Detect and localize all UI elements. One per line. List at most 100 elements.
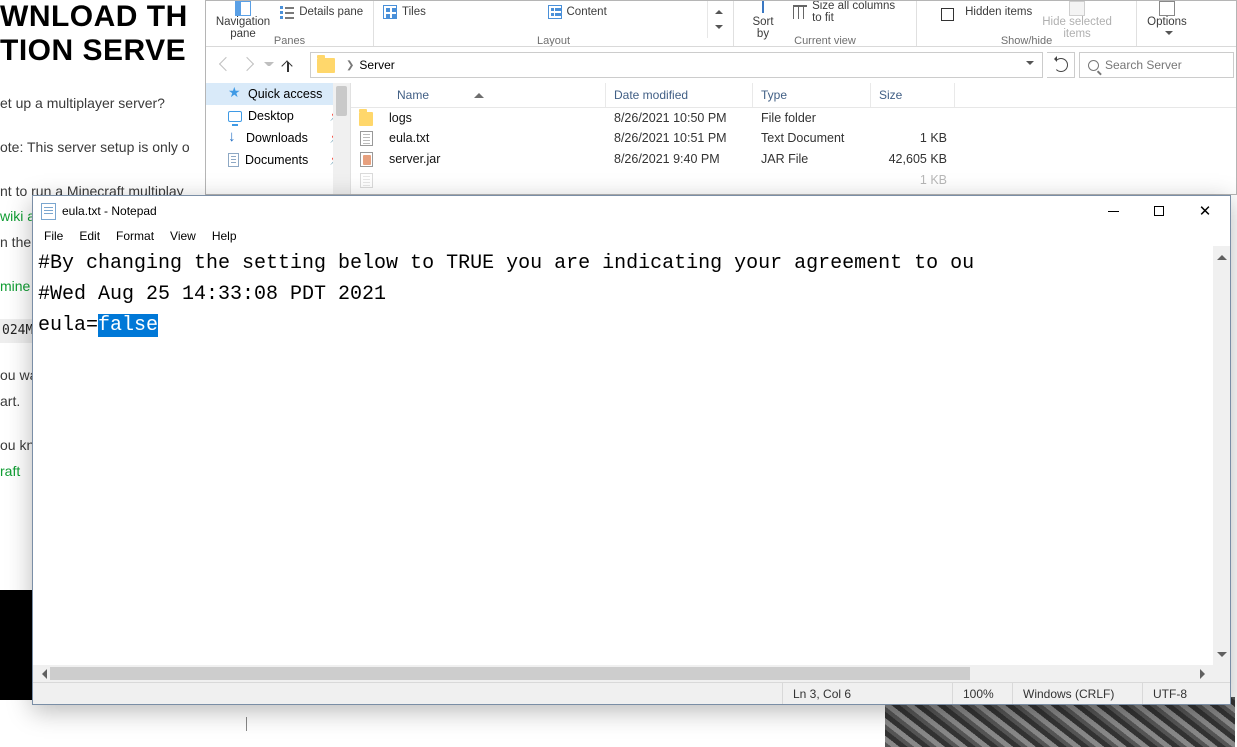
window-title: eula.txt - Notepad: [62, 204, 157, 218]
ribbon-group-panes: Panes: [274, 35, 305, 46]
page-heading: WNLOAD TH TION SERVE: [0, 0, 205, 67]
tree-quick-access[interactable]: Quick access: [206, 83, 333, 105]
col-date[interactable]: Date modified: [606, 83, 753, 107]
recent-locations-button[interactable]: [264, 62, 274, 72]
menu-edit[interactable]: Edit: [72, 228, 107, 244]
document-icon: [228, 153, 239, 167]
desktop-icon: [228, 111, 242, 122]
notepad-icon: [41, 203, 56, 220]
maximize-button[interactable]: [1136, 196, 1182, 226]
col-size[interactable]: Size: [871, 83, 955, 107]
status-crlf: Windows (CRLF): [1012, 683, 1142, 704]
status-bar: Ln 3, Col 6 100% Windows (CRLF) UTF-8: [33, 682, 1230, 704]
explorer-ribbon: Navigation pane Details pane Panes Tiles: [206, 1, 1236, 47]
options-icon: [1159, 1, 1175, 16]
mine-link[interactable]: mine: [0, 278, 30, 294]
minimize-button[interactable]: [1090, 196, 1136, 226]
content-icon: [548, 5, 562, 19]
scroll-up-button[interactable]: [1213, 246, 1230, 263]
hidden-items-checkbox[interactable]: Hidden items: [936, 1, 1037, 23]
file-row[interactable]: server.jar 8/26/2021 9:40 PM JAR File 42…: [351, 149, 1236, 170]
wiki-link[interactable]: wiki a: [0, 208, 35, 224]
menu-bar: File Edit Format View Help: [33, 226, 1230, 246]
sort-by-button[interactable]: Sort by: [738, 1, 788, 41]
details-pane-icon: [280, 5, 294, 19]
nav-tree[interactable]: Quick access Desktop📌 Downloads📌 Documen…: [206, 83, 351, 194]
menu-help[interactable]: Help: [205, 228, 244, 244]
file-icon: [360, 173, 373, 188]
search-icon: [1088, 60, 1099, 71]
selected-text: false: [98, 314, 158, 337]
folder-icon: [317, 58, 335, 73]
col-type[interactable]: Type: [753, 83, 871, 107]
web-text: et up a multiplayer server?: [0, 93, 205, 115]
download-icon: [228, 132, 240, 144]
sortby-icon: [755, 1, 771, 16]
footer-terms-link[interactable]: Terms and Conditions: [115, 717, 236, 731]
breadcrumb[interactable]: Server: [359, 58, 394, 72]
ribbon-group-showhide: Show/hide: [1001, 35, 1052, 46]
file-list: Name Date modified Type Size logs 8/26/2…: [351, 83, 1236, 194]
scroll-right-button[interactable]: [1196, 665, 1213, 682]
chevron-right-icon: ❯: [346, 60, 354, 71]
close-button[interactable]: ✕: [1182, 196, 1228, 226]
tiles-icon: [383, 5, 397, 19]
text-editor[interactable]: #By changing the setting below to TRUE y…: [33, 246, 1230, 682]
file-row[interactable]: logs 8/26/2021 10:50 PM File folder: [351, 108, 1236, 128]
tree-documents[interactable]: Documents📌: [206, 149, 350, 171]
tree-desktop[interactable]: Desktop📌: [206, 105, 350, 127]
maximize-icon: [1154, 206, 1164, 216]
file-row[interactable]: eula.txt 8/26/2021 10:51 PM Text Documen…: [351, 128, 1236, 149]
status-lncol: Ln 3, Col 6: [782, 683, 952, 704]
layout-scroll[interactable]: [707, 1, 729, 38]
titlebar[interactable]: eula.txt - Notepad ✕: [33, 196, 1230, 226]
size-columns-button[interactable]: Size all columns to fit: [788, 1, 912, 23]
sort-indicator-icon: [474, 74, 484, 98]
menu-file[interactable]: File: [37, 228, 70, 244]
ribbon-group-currentview: Current view: [794, 35, 856, 46]
horizontal-scrollbar[interactable]: [33, 665, 1213, 682]
star-icon: [228, 87, 242, 101]
tree-downloads[interactable]: Downloads📌: [206, 127, 350, 149]
footer-brand-link[interactable]: Brand and Assets Guidelines: [257, 717, 418, 731]
file-row[interactable]: 1 KB: [351, 170, 1236, 191]
up-button[interactable]: [280, 57, 296, 73]
web-footer-links: Terms and Conditions Brand and Assets Gu…: [0, 717, 885, 731]
search-input[interactable]: Search Server: [1079, 52, 1234, 78]
refresh-button[interactable]: [1054, 58, 1068, 72]
folder-icon: [359, 112, 373, 126]
web-text: ote: This server setup is only o: [0, 137, 205, 159]
scrollbar-corner: [1213, 665, 1230, 682]
back-button[interactable]: [216, 56, 234, 74]
navpane-icon: [235, 1, 251, 16]
menu-view[interactable]: View: [163, 228, 203, 244]
address-bar[interactable]: ❯ Server: [310, 52, 1043, 78]
forward-button[interactable]: [240, 56, 258, 74]
scroll-down-button[interactable]: [1213, 648, 1230, 665]
scroll-left-button[interactable]: [33, 665, 50, 682]
details-pane-button[interactable]: Details pane: [275, 1, 368, 23]
address-dropdown[interactable]: [1026, 61, 1034, 69]
navpane-scrollbar[interactable]: [333, 83, 350, 194]
file-list-header[interactable]: Name Date modified Type Size: [351, 83, 1236, 108]
hide-selected-icon: [1069, 1, 1085, 16]
checkbox-icon: [941, 8, 954, 21]
tiles-view-button[interactable]: Tiles: [378, 1, 508, 23]
status-zoom: 100%: [952, 683, 1012, 704]
file-explorer-window: Navigation pane Details pane Panes Tiles: [205, 0, 1237, 195]
content-view-button[interactable]: Content: [543, 1, 673, 23]
minimize-icon: [1108, 211, 1119, 212]
options-button[interactable]: Options: [1142, 1, 1192, 37]
vertical-scrollbar[interactable]: [1213, 246, 1230, 682]
notepad-window: eula.txt - Notepad ✕ File Edit Format Vi…: [32, 195, 1231, 705]
raft-link[interactable]: raft: [0, 463, 20, 479]
scrollbar-thumb[interactable]: [50, 667, 970, 680]
sizecols-icon: [793, 5, 807, 19]
close-icon: ✕: [1199, 204, 1212, 219]
chevron-down-icon: [1165, 31, 1173, 39]
file-icon: [360, 131, 373, 146]
ribbon-group-layout: Layout: [537, 35, 570, 46]
navigation-pane-button[interactable]: Navigation pane: [211, 1, 275, 41]
menu-format[interactable]: Format: [109, 228, 161, 244]
jar-icon: [360, 152, 373, 167]
